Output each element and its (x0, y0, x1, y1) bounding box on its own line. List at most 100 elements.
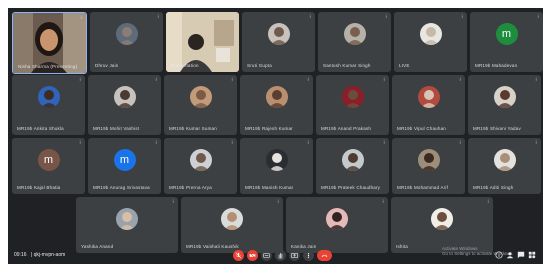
more-options-icon[interactable]: ⁝ (385, 15, 387, 20)
more-options-icon[interactable]: ⁝ (487, 200, 489, 205)
more-options-button[interactable] (303, 250, 314, 261)
more-options-icon[interactable]: ⁝ (382, 200, 384, 205)
participant-tile[interactable]: ⁝ Santosh Kumar Singh (318, 12, 391, 72)
tile-row-3: m ⁝ MR19b Kajal Bhatia m ⁝ MR19b Anurag Sriva… (12, 138, 541, 194)
participant-tile[interactable]: ⁝ MR19b Ankita Shukla (12, 75, 85, 135)
participant-name: MR19b Shivani Yadav (473, 126, 521, 131)
more-options-icon[interactable]: ⁝ (155, 78, 157, 83)
more-options-icon[interactable]: ⁝ (79, 78, 81, 83)
participant-tile[interactable]: ⁝ Presentation (166, 12, 239, 72)
more-options-icon[interactable]: ⁝ (535, 78, 537, 83)
more-options-icon[interactable]: ⁝ (307, 141, 309, 146)
mic-off-icon (235, 252, 242, 259)
participant-tile[interactable]: ⁝ MR19b Rajesh Kumar (240, 75, 313, 135)
more-options-icon[interactable]: ⁝ (172, 200, 174, 205)
participant-tile[interactable]: ⁝ Kanika Jain (286, 197, 388, 253)
participant-name: MR19b Kumar Suman (169, 126, 217, 131)
participant-avatar (431, 208, 453, 230)
participant-tile[interactable]: m ⁝ MR19b Kajal Bhatia (12, 138, 85, 194)
people-icon[interactable] (506, 251, 514, 259)
participant-avatar (343, 23, 366, 45)
participant-tile[interactable]: ⁝ MR19b Vipul Chauhan (392, 75, 465, 135)
participant-avatar: m (495, 23, 518, 45)
participant-tile[interactable]: ⁝ MR19b Kumar Suman (164, 75, 237, 135)
more-options-icon[interactable]: ⁝ (231, 141, 233, 146)
participant-name: Sruti Gupta (247, 63, 272, 68)
participant-name: Dhruv Jain (95, 63, 119, 68)
camera-off-button[interactable] (247, 250, 258, 261)
participant-tile[interactable]: ⁝ MR19b Prerna Arya (164, 138, 237, 194)
participant-name: MR19b Mohit Vashist (93, 126, 140, 131)
participant-avatar (189, 149, 212, 171)
participant-name: LIVE (399, 63, 410, 68)
participant-tile[interactable]: ⁝ MR19b Mohit Vashist (88, 75, 161, 135)
participant-name: Nisha Sharma (Presenting) (18, 64, 78, 69)
participant-avatar (115, 23, 138, 45)
info-icon[interactable] (495, 251, 503, 259)
participant-tile[interactable]: ⁝ MR19b Shivani Yadav (468, 75, 541, 135)
participant-avatar (326, 208, 348, 230)
participant-name: MR19b Prateek Chaudhary (321, 185, 381, 190)
present-button[interactable] (289, 250, 300, 261)
participant-name: MR19b Mahadevan (475, 63, 518, 68)
more-vert-icon (307, 253, 310, 258)
more-options-icon[interactable]: ⁝ (383, 78, 385, 83)
chat-icon[interactable] (517, 251, 525, 259)
captions-button[interactable] (261, 250, 272, 261)
more-options-icon[interactable]: ⁝ (307, 78, 309, 83)
more-options-icon[interactable]: ⁝ (155, 141, 157, 146)
participant-tile[interactable]: ⁝ Dhruv Jain (90, 12, 163, 72)
participant-name: MR19b Aditi Singh (473, 185, 514, 190)
more-options-icon[interactable]: ⁝ (537, 15, 539, 20)
participant-tile[interactable]: ⁝ Nisha Sharma (Presenting) (12, 12, 87, 74)
raise-hand-button[interactable] (275, 250, 286, 261)
participant-tile[interactable]: ⁝ MR19b Mohammad Arif (392, 138, 465, 194)
participant-avatar (113, 86, 136, 108)
participant-tile[interactable]: ⁝ MR19b Aditi Singh (468, 138, 541, 194)
participant-name: MR19b Rajesh Kumar (245, 126, 293, 131)
participant-avatar (419, 23, 442, 45)
participant-avatar: m (113, 149, 136, 171)
time-label: 09:16 (14, 252, 27, 258)
more-options-icon[interactable]: ⁝ (277, 200, 279, 205)
participant-tile[interactable]: ⁝ MR19b Manish Kumar (240, 138, 313, 194)
more-options-icon[interactable]: ⁝ (80, 16, 82, 21)
more-options-icon[interactable]: ⁝ (383, 141, 385, 146)
more-options-icon[interactable]: ⁝ (461, 15, 463, 20)
tile-row-2: ⁝ MR19b Ankita Shukla ⁝ MR19b Mohit Vashist… (12, 75, 541, 135)
participant-tile[interactable]: m ⁝ MR19b Anurag Srivastava (88, 138, 161, 194)
more-options-icon[interactable]: ⁝ (459, 78, 461, 83)
participant-name: Presentation (171, 63, 199, 68)
more-options-icon[interactable]: ⁝ (157, 15, 159, 20)
participant-avatar (265, 86, 288, 108)
participant-tile[interactable]: ⁝ LIVE (394, 12, 467, 72)
more-options-icon[interactable]: ⁝ (79, 141, 81, 146)
captions-icon (263, 253, 270, 258)
participant-name: MR19b Vipul Chauhan (397, 126, 446, 131)
participant-tile[interactable]: ⁝ MR19b Anand Prakash (316, 75, 389, 135)
participant-name: MR19b Mohammad Arif (397, 185, 449, 190)
more-options-icon[interactable]: ⁝ (535, 141, 537, 146)
more-options-icon[interactable]: ⁝ (231, 78, 233, 83)
participant-tile[interactable]: ⁝ MR19b Vaishali Kaushik (181, 197, 283, 253)
tile-row-4: ⁝ Yashika Anand ⁝ MR19b Vaishali Kaushik ⁝ Ka… (76, 197, 493, 253)
more-options-icon[interactable]: ⁝ (233, 15, 235, 20)
participant-tile[interactable]: ⁝ Sruti Gupta (242, 12, 315, 72)
participant-tile[interactable]: ⁝ Ishita (391, 197, 493, 253)
participant-name: MR19b Prerna Arya (169, 185, 212, 190)
meeting-grid: ⁝ Nisha Sharma (Presenting) ⁝ Dhruv Jain ⁝ Pr… (8, 8, 543, 264)
more-options-icon[interactable]: ⁝ (309, 15, 311, 20)
hand-icon (278, 253, 283, 259)
participant-tile[interactable]: ⁝ MR19b Prateek Chaudhary (316, 138, 389, 194)
participant-avatar (493, 149, 516, 171)
camera-off-icon (249, 252, 256, 259)
participant-name: Santosh Kumar Singh (323, 63, 371, 68)
more-options-icon[interactable]: ⁝ (459, 141, 461, 146)
activities-icon[interactable] (528, 251, 536, 259)
participant-avatar (493, 86, 516, 108)
mic-off-button[interactable] (233, 250, 244, 261)
participant-tile[interactable]: m ⁝ MR19b Mahadevan (470, 12, 543, 72)
meeting-footer: 09:16 | qkj-mvpn-aom Activate Windows Go… (8, 246, 543, 264)
end-call-button[interactable] (317, 250, 332, 261)
participant-tile[interactable]: ⁝ Yashika Anand (76, 197, 178, 253)
